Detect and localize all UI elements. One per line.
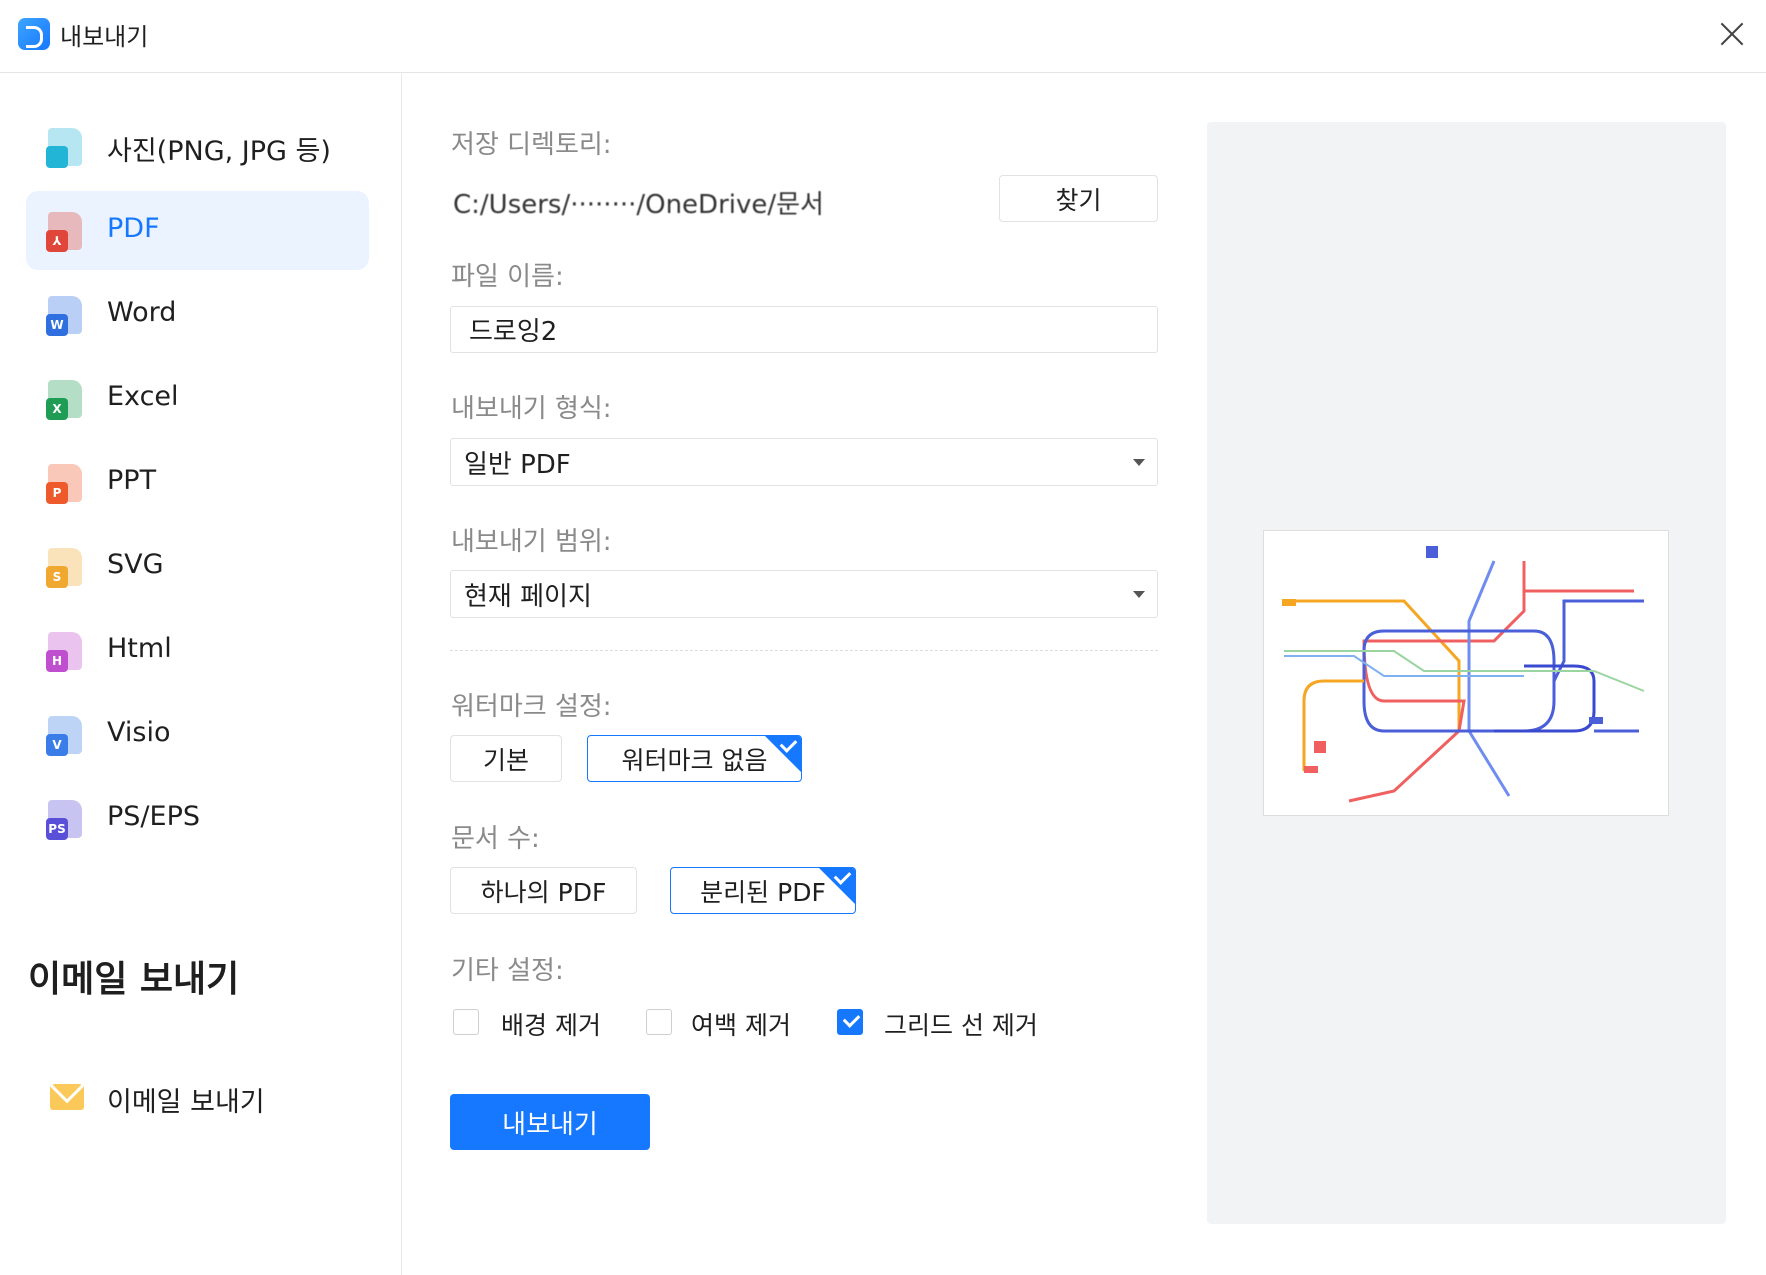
app-logo-icon [18,18,50,50]
format-sidebar: 사진(PNG, JPG 등) ⅄ PDF W Word X Excel P PPT S SVG H Ht… [0,74,402,1275]
title-bar: 내보내기 [0,0,1766,73]
svg-file-icon: S [46,548,82,588]
filename-input[interactable]: 드로잉2 [450,306,1158,353]
sidebar-item-excel[interactable]: X Excel [26,359,369,438]
option-label: 하나의 PDF [480,877,607,907]
sidebar-item-pseps[interactable]: PS PS/EPS [26,779,369,858]
watermark-default-button[interactable]: 기본 [450,735,562,782]
sidebar-item-label: PDF [107,213,160,244]
filename-value: 드로잉2 [469,317,558,347]
remove-gridlines-checkbox[interactable] [837,1009,863,1035]
preview-thumbnail [1263,530,1669,816]
remove-margin-label: 여백 제거 [691,1011,791,1040]
pdf-file-icon: ⅄ [46,212,82,252]
watermark-none-button[interactable]: 워터마크 없음 [587,735,802,782]
range-value: 현재 페이지 [464,581,592,612]
export-button[interactable]: 내보내기 [450,1094,650,1150]
directory-path: C:/Users/········/OneDrive/문서 [453,190,824,220]
option-label: 워터마크 없음 [621,745,768,775]
ps-file-icon: PS [46,800,82,840]
sidebar-item-email[interactable]: 이메일 보내기 [26,1058,369,1137]
divider [450,650,1158,651]
format-label: 내보내기 형식: [451,394,612,424]
metro-map-image [1282,546,1645,803]
sidebar-item-ppt[interactable]: P PPT [26,443,369,522]
remove-gridlines-label: 그리드 선 제거 [884,1011,1038,1040]
remove-background-checkbox[interactable] [453,1009,479,1035]
ppt-file-icon: P [46,464,82,504]
sidebar-item-html[interactable]: H Html [26,611,369,690]
sidebar-item-svg[interactable]: S SVG [26,527,369,606]
sidebar-item-label: Word [107,297,177,328]
format-value: 일반 PDF [464,449,571,480]
html-file-icon: H [46,632,82,672]
option-label: 기본 [482,745,529,775]
checkmark-icon [765,736,801,772]
sidebar-item-label: PPT [107,465,157,496]
filename-label: 파일 이름: [451,262,564,292]
option-label: 분리된 PDF [700,877,826,907]
browse-button[interactable]: 찾기 [999,175,1158,222]
watermark-label: 워터마크 설정: [451,692,612,722]
format-select[interactable]: 일반 PDF [450,438,1158,486]
word-file-icon: W [46,296,82,336]
sidebar-item-pngjpg[interactable]: 사진(PNG, JPG 등) [26,107,369,186]
close-icon[interactable] [1718,20,1746,48]
range-label: 내보내기 범위: [451,527,612,557]
sidebar-item-visio[interactable]: V Visio [26,695,369,774]
sidebar-item-pdf[interactable]: ⅄ PDF [26,191,369,270]
envelope-icon [50,1084,84,1110]
sidebar-item-word[interactable]: W Word [26,275,369,354]
image-file-icon [46,128,82,168]
window-title: 내보내기 [60,23,149,51]
chevron-down-icon [1133,459,1145,466]
sidebar-item-label: Excel [107,381,179,412]
email-section-heading: 이메일 보내기 [28,959,240,1000]
single-pdf-button[interactable]: 하나의 PDF [450,867,637,914]
sidebar-item-label: Html [107,633,172,664]
sidebar-item-label: 이메일 보내기 [107,1087,265,1118]
remove-margin-checkbox[interactable] [646,1009,672,1035]
sidebar-item-label: SVG [107,549,164,580]
sidebar-item-label: Visio [107,717,171,748]
chevron-down-icon [1133,591,1145,598]
visio-file-icon: V [46,716,82,756]
sidebar-item-label: PS/EPS [107,801,200,832]
excel-file-icon: X [46,380,82,420]
separate-pdf-button[interactable]: 분리된 PDF [670,867,856,914]
checkmark-icon [819,868,855,904]
remove-background-label: 배경 제거 [501,1011,601,1040]
directory-label: 저장 디렉토리: [451,130,612,160]
other-settings-label: 기타 설정: [451,956,564,986]
doc-count-label: 문서 수: [451,824,540,854]
range-select[interactable]: 현재 페이지 [450,570,1158,618]
sidebar-item-label: 사진(PNG, JPG 등) [107,136,331,167]
